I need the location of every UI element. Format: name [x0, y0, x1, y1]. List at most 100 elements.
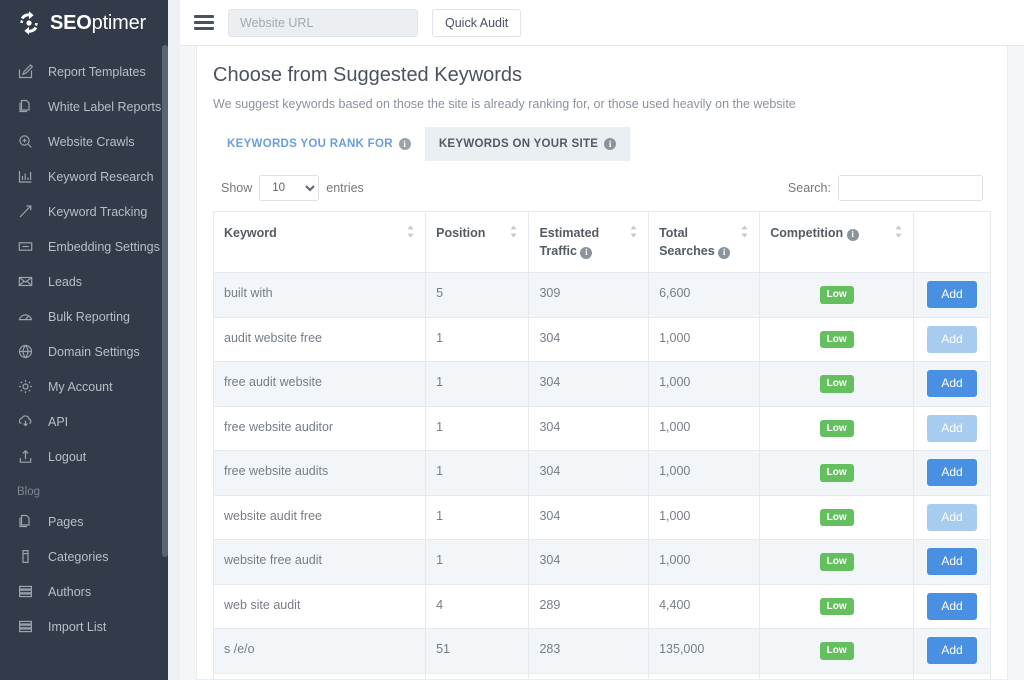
tab-keywords-on-your-site[interactable]: KEYWORDS ON YOUR SITE i: [425, 127, 630, 161]
sidebar-item-leads[interactable]: Leads: [0, 264, 180, 299]
sidebar-item-label: My Account: [48, 380, 113, 394]
entries-per-page-select[interactable]: 10 25 50 100: [259, 175, 319, 201]
sidebar-item-logout[interactable]: Logout: [0, 439, 180, 474]
column-header-competition[interactable]: Competition i: [760, 212, 914, 273]
bar-chart-icon: [17, 168, 34, 185]
main-area: Quick Audit Choose from Suggested Keywor…: [180, 0, 1024, 680]
info-icon[interactable]: i: [604, 138, 616, 150]
column-label: Position: [436, 224, 485, 242]
sidebar-item-label: Bulk Reporting: [48, 310, 130, 324]
sidebar-item-report-templates[interactable]: Report Templates: [0, 54, 180, 89]
cell-competition: Low: [760, 540, 914, 585]
column-label: Keyword: [224, 224, 277, 242]
search-input[interactable]: [838, 175, 983, 201]
info-icon[interactable]: i: [718, 247, 730, 259]
sidebar-item-website-crawls[interactable]: Website Crawls: [0, 124, 180, 159]
sidebar-item-authors[interactable]: Authors: [0, 574, 180, 609]
info-icon[interactable]: i: [847, 229, 859, 241]
sidebar-item-keyword-research[interactable]: Keyword Research: [0, 159, 180, 194]
add-keyword-button[interactable]: Add: [927, 548, 976, 575]
sidebar-item-keyword-tracking[interactable]: Keyword Tracking: [0, 194, 180, 229]
sort-icon[interactable]: [406, 225, 415, 238]
tab-label: KEYWORDS ON YOUR SITE: [439, 138, 598, 150]
sort-icon[interactable]: [894, 225, 903, 238]
cell-estimated-traffic: 304: [529, 495, 649, 540]
topbar: Quick Audit: [180, 0, 1024, 46]
column-header-action: [914, 212, 991, 273]
column-header-keyword[interactable]: Keyword: [214, 212, 426, 273]
add-keyword-button[interactable]: Add: [927, 370, 976, 397]
list-stack-icon: [17, 618, 34, 635]
sidebar-item-domain-settings[interactable]: Domain Settings: [0, 334, 180, 369]
status-badge: Low: [820, 286, 854, 304]
info-icon[interactable]: i: [399, 138, 411, 150]
add-keyword-button[interactable]: Add: [927, 459, 976, 486]
sidebar-scrollbar[interactable]: [162, 0, 168, 680]
table-row: digital marketing freelance927118,100Med…: [214, 673, 991, 680]
show-entries-control: Show 10 25 50 100 entries: [221, 175, 364, 201]
brand[interactable]: SEOptimer: [0, 0, 180, 46]
keywords-table: Keyword Position: [213, 211, 991, 680]
globe-icon: [17, 343, 34, 360]
table-row: s /e/o51283135,000LowAdd: [214, 629, 991, 674]
cell-keyword: free audit website: [214, 362, 426, 407]
gear-arrows-icon: [16, 10, 42, 36]
add-keyword-button[interactable]: Add: [927, 504, 976, 531]
suggested-keywords-card: Choose from Suggested Keywords We sugges…: [196, 46, 1008, 680]
column-header-position[interactable]: Position: [426, 212, 529, 273]
tab-label: KEYWORDS YOU RANK FOR: [227, 138, 393, 150]
cell-competition: Low: [760, 362, 914, 407]
add-keyword-button[interactable]: Add: [927, 637, 976, 664]
add-keyword-button[interactable]: Add: [927, 326, 976, 353]
sidebar-scrollbar-thumb[interactable]: [162, 45, 168, 557]
info-icon[interactable]: i: [580, 247, 592, 259]
website-url-input[interactable]: [228, 9, 418, 37]
sidebar-item-white-label-reports[interactable]: White Label Reports: [0, 89, 180, 124]
cell-total-searches: 1,000: [649, 451, 760, 496]
sidebar-item-categories[interactable]: Categories: [0, 539, 180, 574]
sidebar-item-api[interactable]: API: [0, 404, 180, 439]
cell-competition: Low: [760, 451, 914, 496]
sort-icon[interactable]: [740, 225, 749, 238]
table-row: website free audit13041,000LowAdd: [214, 540, 991, 585]
cell-estimated-traffic: 309: [529, 273, 649, 318]
show-label: Show: [221, 181, 252, 195]
cell-keyword: website free audit: [214, 540, 426, 585]
sort-icon[interactable]: [629, 225, 638, 238]
sidebar-item-embedding-settings[interactable]: Embedding Settings: [0, 229, 180, 264]
column-label: Competition: [770, 226, 843, 240]
cell-position: 4: [426, 584, 529, 629]
add-keyword-button[interactable]: Add: [927, 281, 976, 308]
tab-keywords-you-rank-for[interactable]: KEYWORDS YOU RANK FOR i: [213, 127, 425, 161]
add-keyword-button[interactable]: Add: [927, 593, 976, 620]
cell-competition: Low: [760, 495, 914, 540]
envelope-icon: [17, 273, 34, 290]
pencil-square-icon: [17, 63, 34, 80]
add-keyword-button[interactable]: Add: [927, 415, 976, 442]
cell-total-searches: 18,100: [649, 673, 760, 680]
table-row: free website audits13041,000LowAdd: [214, 451, 991, 496]
table-row: web site audit42894,400LowAdd: [214, 584, 991, 629]
table-header-row: Keyword Position: [214, 212, 991, 273]
entries-label: entries: [326, 181, 364, 195]
column-header-estimated-traffic[interactable]: Estimated Traffic i: [529, 212, 649, 273]
cell-position: 1: [426, 317, 529, 362]
cell-estimated-traffic: 271: [529, 673, 649, 680]
sidebar-item-import-list[interactable]: Import List: [0, 609, 180, 644]
sidebar: SEOptimer Report Templates White Label R…: [0, 0, 180, 680]
quick-audit-button[interactable]: Quick Audit: [432, 9, 521, 37]
hamburger-icon[interactable]: [194, 9, 214, 36]
sidebar-item-pages[interactable]: Pages: [0, 504, 180, 539]
sort-icon[interactable]: [509, 225, 518, 238]
brand-name: SEOptimer: [50, 12, 146, 35]
sidebar-item-bulk-reporting[interactable]: Bulk Reporting: [0, 299, 180, 334]
embed-box-icon: [17, 238, 34, 255]
table-header: Keyword Position: [214, 212, 991, 273]
table-controls: Show 10 25 50 100 entries Search:: [213, 175, 991, 201]
column-header-total-searches[interactable]: Total Searches i: [649, 212, 760, 273]
cell-position: 5: [426, 273, 529, 318]
sidebar-nav: Report Templates White Label Reports Web…: [0, 46, 180, 644]
tab-bar: KEYWORDS YOU RANK FOR i KEYWORDS ON YOUR…: [213, 127, 991, 161]
sidebar-item-my-account[interactable]: My Account: [0, 369, 180, 404]
column-label: Total Searches: [659, 226, 715, 258]
